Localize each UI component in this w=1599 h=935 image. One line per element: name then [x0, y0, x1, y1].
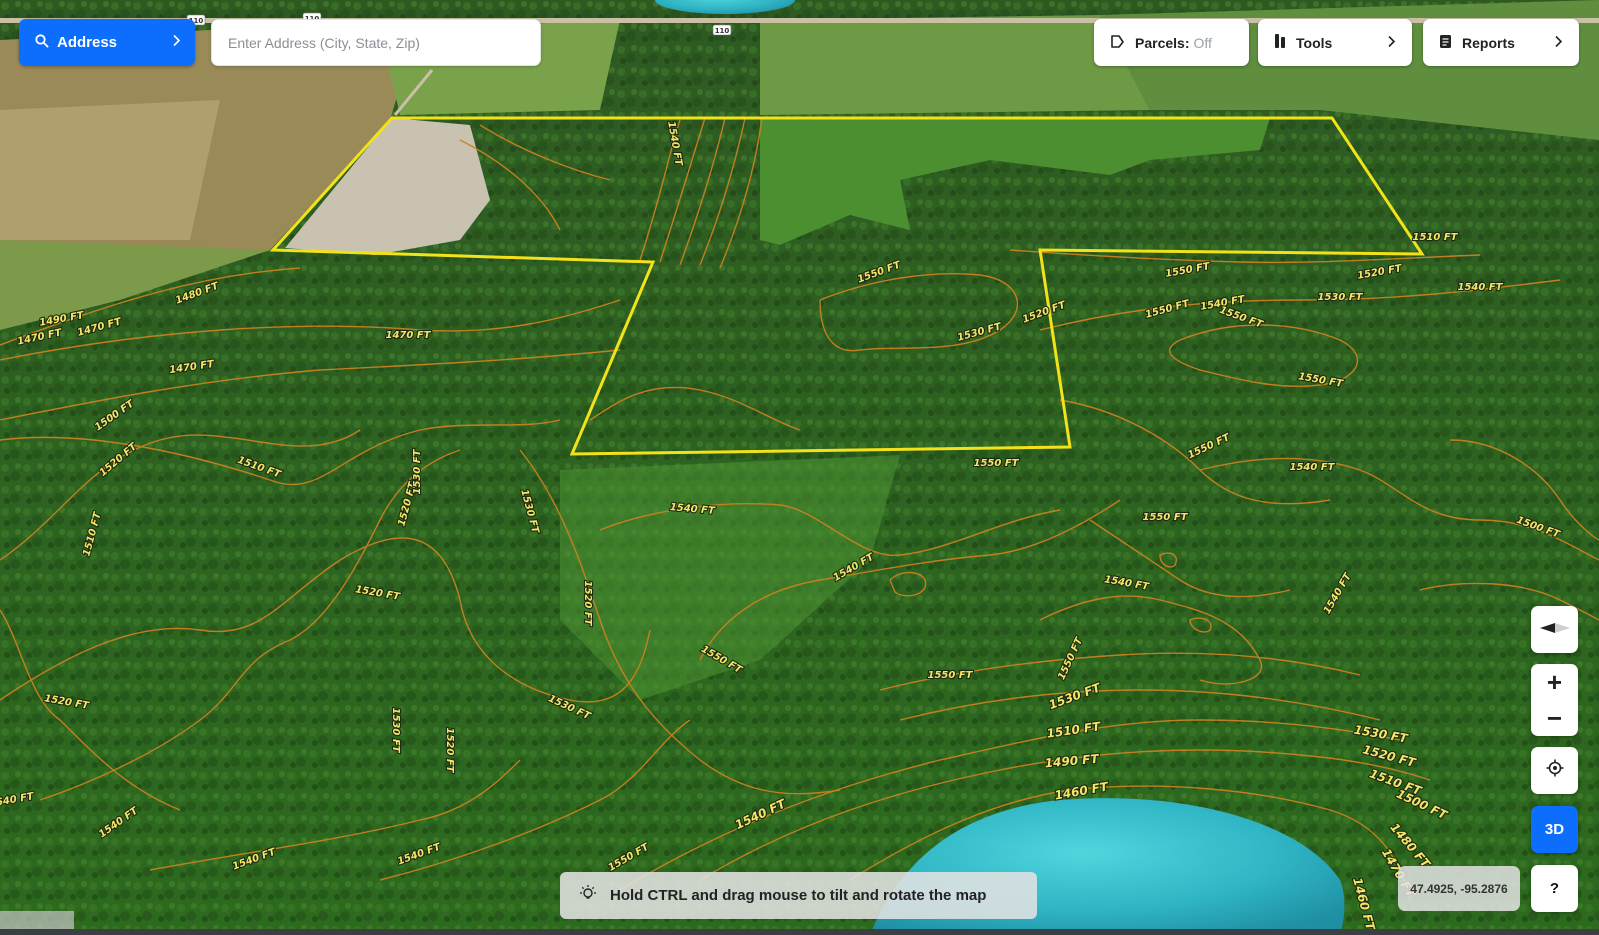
parcels-label: Parcels: [1135, 34, 1190, 51]
road-number-label: 110 [715, 27, 730, 35]
contour-elevation-label: 1530 FT [390, 708, 401, 754]
locate-me-button[interactable] [1531, 747, 1578, 794]
reports-menu-button[interactable]: Reports [1423, 19, 1579, 66]
parcels-state: Off [1193, 34, 1212, 51]
address-search-input[interactable] [211, 19, 541, 66]
zoom-out-button[interactable]: − [1531, 701, 1578, 735]
terrain-map[interactable]: 110110110 1480 FT1470 FT1470 FT1490 FT14… [0, 0, 1599, 935]
bottom-status-bar [0, 929, 1599, 935]
contour-elevation-label: 1540 FT [1458, 282, 1504, 293]
parcels-toggle-button[interactable]: Parcels: Off [1094, 19, 1249, 66]
reports-label: Reports [1462, 34, 1515, 51]
tilt-rotate-hint: Hold CTRL and drag mouse to tilt and rot… [560, 872, 1037, 919]
tools-label: Tools [1296, 34, 1333, 51]
parcels-label-group: Parcels: Off [1135, 35, 1233, 51]
compass-button[interactable] [1531, 606, 1578, 653]
contour-elevation-label: 1530 FT [1318, 292, 1364, 303]
contour-elevation-label: 1550 FT [928, 670, 974, 681]
coordinates-readout: 47.4925, -95.2876 [1398, 866, 1520, 911]
address-search-mode-button[interactable]: Address [19, 19, 195, 66]
contour-elevation-label: 1520 FT [444, 728, 455, 774]
help-button[interactable]: ? [1531, 865, 1578, 912]
contour-elevation-label: 1550 FT [1143, 512, 1189, 523]
chevron-right-icon [172, 34, 181, 51]
grass-field-top-right [760, 15, 1150, 115]
compass-icon [1539, 621, 1571, 639]
farm-field-light [0, 100, 220, 240]
address-mode-label: Address [57, 34, 118, 51]
3d-view-toggle[interactable]: 3D [1531, 806, 1578, 853]
contour-elevation-label: 1510 FT [1413, 232, 1459, 243]
contour-elevation-label: 1530 FT [412, 448, 423, 494]
lightbulb-icon [578, 884, 598, 908]
road-shield: 110 [712, 24, 732, 36]
map-canvas[interactable]: 110110110 1480 FT1470 FT1470 FT1490 FT14… [0, 0, 1599, 935]
zoom-controls: + − [1531, 664, 1578, 736]
contour-elevation-label: 1550 FT [974, 458, 1020, 469]
parcel-tag-icon [1110, 34, 1125, 52]
chevron-right-icon [1387, 35, 1396, 51]
tools-icon [1274, 33, 1286, 52]
contour-elevation-label: 1470 FT [386, 330, 432, 341]
crosshair-icon [1546, 759, 1564, 782]
tools-menu-button[interactable]: Tools [1258, 19, 1412, 66]
search-icon [35, 33, 49, 52]
report-icon [1439, 34, 1452, 52]
hint-text: Hold CTRL and drag mouse to tilt and rot… [610, 887, 987, 904]
contour-elevation-label: 1540 FT [1290, 462, 1336, 473]
zoom-in-button[interactable]: + [1531, 665, 1578, 699]
chevron-right-icon [1554, 35, 1563, 51]
contour-elevation-label: 1520 FT [582, 581, 593, 627]
